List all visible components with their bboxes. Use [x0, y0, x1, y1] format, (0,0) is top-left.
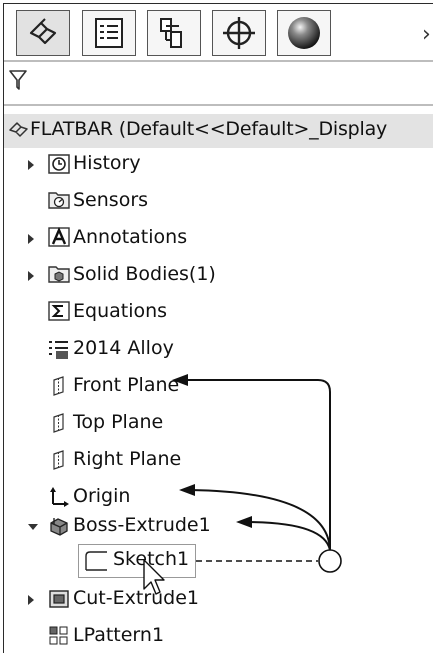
tree-item-label: 2014 Alloy — [73, 337, 174, 359]
sensors-icon — [48, 190, 70, 214]
tree-item-right-plane[interactable]: Right Plane — [0, 444, 433, 478]
tree-item-sketch[interactable]: Sketch1 — [78, 544, 196, 578]
expand-arrow-icon[interactable] — [28, 234, 34, 244]
tree-item-label: Equations — [73, 300, 168, 322]
tree-item-top-plane[interactable]: Top Plane — [0, 407, 433, 441]
tree-item-material[interactable]: 2014 Alloy — [0, 333, 433, 367]
manager-tab-bar: › — [4, 4, 433, 60]
tab-featuremanager[interactable] — [16, 10, 70, 56]
tab-configurationmanager[interactable] — [147, 10, 201, 56]
cut-extrude-icon — [48, 588, 70, 614]
root-label: FLATBAR (Default<<Default>_Display — [30, 118, 388, 140]
boss-extrude-icon — [48, 515, 70, 541]
tree-item-label: Front Plane — [73, 374, 180, 396]
annotations-icon — [48, 226, 70, 251]
tree-item-front-plane[interactable]: Front Plane — [0, 370, 433, 404]
tree-item-label: Cut-Extrude1 — [73, 587, 200, 609]
tree-item-solid-bodies[interactable]: Solid Bodies(1) — [0, 259, 433, 293]
tree-item-label: History — [73, 152, 141, 174]
tree-item-label: Sensors — [73, 189, 149, 211]
tree-item-label: Solid Bodies(1) — [73, 263, 216, 285]
filter-icon[interactable] — [8, 68, 28, 96]
tree-item-boss-extrude[interactable]: Boss-Extrude1 — [0, 510, 433, 544]
tab-dimxpertmanager[interactable] — [212, 10, 266, 56]
dimxpert-crosshair-icon — [221, 15, 257, 51]
linear-pattern-icon — [48, 625, 70, 651]
part-icon — [8, 119, 28, 145]
origin-axes-icon — [48, 486, 70, 512]
tab-propertymanager[interactable] — [82, 10, 136, 56]
configurationmanager-icon — [157, 16, 191, 50]
tree-item-label: Top Plane — [73, 411, 164, 433]
plane-icon — [48, 375, 70, 401]
plane-icon — [48, 412, 70, 438]
tree-item-label: LPattern1 — [73, 624, 165, 646]
tree-item-label: Sketch1 — [113, 548, 190, 570]
solid-bodies-folder-icon — [48, 264, 70, 288]
plane-icon — [48, 449, 70, 475]
more-tabs-chevron-icon[interactable]: › — [422, 22, 431, 47]
expand-arrow-icon[interactable] — [28, 271, 34, 281]
tree-item-lpattern[interactable]: LPattern1 — [0, 620, 433, 654]
expand-arrow-icon[interactable] — [28, 595, 34, 605]
tree-item-sensors[interactable]: Sensors — [0, 185, 433, 219]
collapse-arrow-icon[interactable] — [28, 524, 38, 530]
featuremanager-icon — [25, 15, 61, 51]
tree-item-history[interactable]: History — [0, 148, 433, 182]
tree-item-label: Annotations — [73, 226, 188, 248]
sketch-icon — [83, 549, 109, 577]
history-icon — [48, 153, 70, 179]
divider — [4, 104, 433, 106]
tree-item-annotations[interactable]: Annotations — [0, 222, 433, 256]
tree-item-label: Boss-Extrude1 — [73, 514, 211, 536]
tree-item-cut-extrude[interactable]: Cut-Extrude1 — [0, 583, 433, 617]
equations-sigma-icon — [48, 301, 70, 325]
tree-item-label: Origin — [73, 485, 131, 507]
filter-row — [4, 62, 433, 98]
tab-displaymanager[interactable] — [277, 10, 331, 56]
material-icon — [48, 338, 70, 364]
propertymanager-icon — [92, 16, 126, 50]
tree-item-label: Right Plane — [73, 448, 182, 470]
expand-arrow-icon[interactable] — [28, 160, 34, 170]
tree-root-part[interactable]: FLATBAR (Default<<Default>_Display — [4, 114, 433, 148]
tree-item-equations[interactable]: Equations — [0, 296, 433, 330]
display-sphere-icon — [285, 14, 323, 52]
